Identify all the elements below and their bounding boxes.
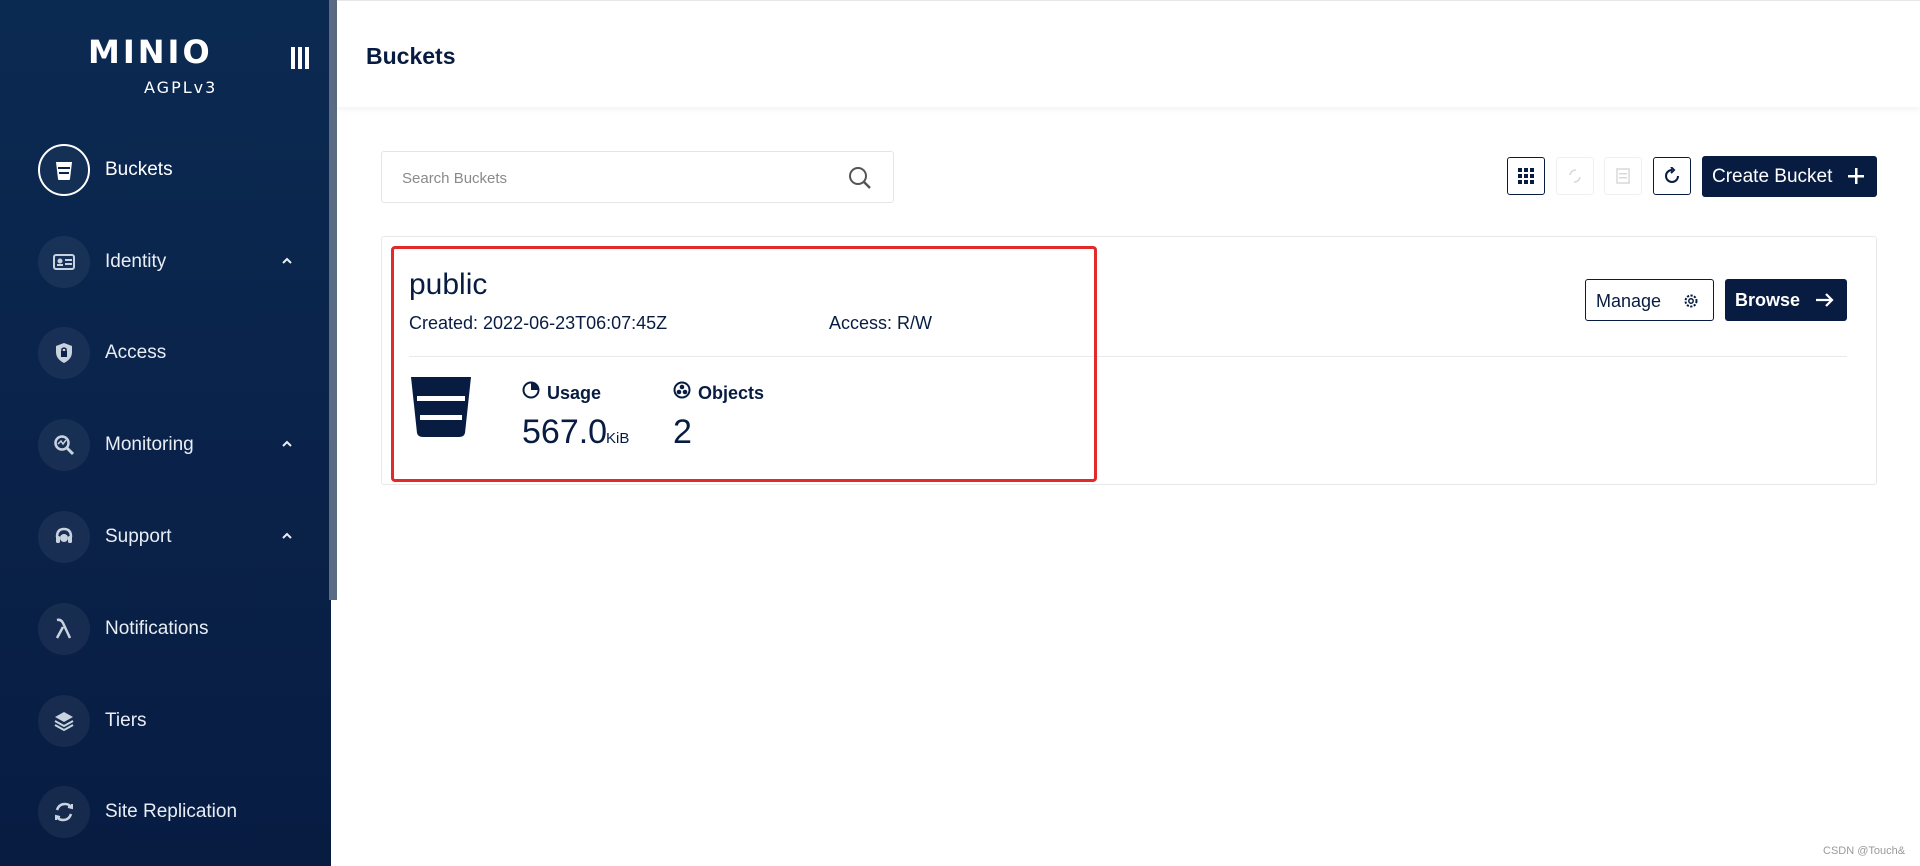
arrow-right-icon (1816, 293, 1834, 307)
pie-chart-icon (522, 381, 540, 399)
sidebar-item-label: Access (105, 342, 167, 363)
identity-nav-icon-wrap (38, 236, 90, 288)
menu-collapse-icon[interactable] (289, 46, 311, 70)
sidebar-scrollbar[interactable] (329, 0, 337, 600)
layers-icon (54, 712, 74, 732)
lock-shield-icon (56, 343, 72, 363)
refresh-icon (1665, 167, 1679, 183)
bucket-icon (56, 162, 72, 180)
sidebar-item-identity[interactable]: Identity (38, 236, 318, 288)
bucket-nav-icon-wrap (38, 144, 90, 196)
sidebar-item-site-replication[interactable]: Site Replication (38, 786, 318, 838)
monitoring-search-icon (54, 435, 75, 456)
page-header: Buckets (337, 0, 1920, 107)
set-lifecycle-button[interactable] (1604, 157, 1642, 195)
browse-label: Browse (1735, 290, 1801, 310)
objects-icon (673, 381, 691, 399)
sidebar: MINIO AGPLv3 Buckets Identity Access Mon… (0, 0, 331, 866)
gear-icon (1684, 294, 1698, 308)
monitoring-nav-icon-wrap (38, 419, 90, 471)
sidebar-item-buckets[interactable]: Buckets (38, 144, 318, 196)
plus-icon (1848, 168, 1864, 184)
replicate-icon (1569, 169, 1581, 183)
stack-icon (1616, 168, 1630, 184)
chevron-up-icon[interactable] (281, 256, 293, 266)
search-icon[interactable] (848, 166, 872, 190)
bucket-access: Access: R/W (829, 313, 933, 333)
grid-view-button[interactable] (1507, 157, 1545, 195)
sidebar-item-label: Tiers (105, 710, 147, 731)
lambda-icon (55, 618, 72, 639)
sidebar-item-label: Notifications (105, 618, 209, 639)
refresh-button[interactable] (1653, 157, 1691, 195)
create-bucket-button[interactable]: Create Bucket (1702, 156, 1877, 197)
sidebar-item-label: Identity (105, 251, 167, 272)
sidebar-item-support[interactable]: Support (38, 511, 318, 563)
grid-icon (1518, 168, 1534, 184)
manage-button[interactable]: Manage (1585, 279, 1714, 321)
bucket-created-date: Created: 2022-06-23T06:07:45Z (409, 313, 668, 333)
sidebar-item-tiers[interactable]: Tiers (38, 695, 318, 747)
license-label: AGPLv3 (144, 78, 218, 97)
sidebar-item-label: Monitoring (105, 434, 194, 455)
usage-value: 567.0 (522, 413, 608, 451)
access-nav-icon-wrap (38, 327, 90, 379)
sidebar-item-access[interactable]: Access (38, 327, 318, 379)
logo-text: MINIO (88, 33, 213, 71)
objects-value: 2 (673, 413, 692, 451)
watermark: CSDN @Touch& (1823, 845, 1906, 857)
notifications-nav-icon-wrap (38, 603, 90, 655)
sidebar-item-notifications[interactable]: Notifications (38, 603, 318, 655)
site-replication-nav-icon-wrap (38, 786, 90, 838)
bucket-name[interactable]: public (409, 268, 487, 302)
identity-card-icon (53, 254, 75, 270)
support-headset-icon (55, 527, 73, 543)
search-input[interactable] (402, 166, 822, 190)
sidebar-item-label: Buckets (105, 159, 173, 180)
set-replication-button[interactable] (1556, 157, 1594, 195)
search-box[interactable] (381, 151, 894, 203)
sidebar-item-label: Support (105, 526, 172, 547)
manage-label: Manage (1596, 291, 1662, 311)
bucket-icon (411, 377, 471, 437)
chevron-up-icon[interactable] (281, 439, 293, 449)
page-title: Buckets (366, 43, 456, 69)
browse-button[interactable]: Browse (1725, 279, 1847, 321)
sidebar-item-label: Site Replication (105, 801, 238, 822)
usage-unit: KiB (606, 430, 630, 447)
replication-icon (55, 802, 73, 822)
minio-logo[interactable]: MINIO AGPLv3 (88, 33, 238, 97)
usage-label: Usage (547, 383, 602, 403)
tiers-nav-icon-wrap (38, 695, 90, 747)
chevron-up-icon[interactable] (281, 531, 293, 541)
objects-label: Objects (698, 383, 765, 403)
card-divider (409, 356, 1847, 357)
support-nav-icon-wrap (38, 511, 90, 563)
sidebar-item-monitoring[interactable]: Monitoring (38, 419, 318, 471)
create-bucket-label: Create Bucket (1712, 165, 1833, 187)
